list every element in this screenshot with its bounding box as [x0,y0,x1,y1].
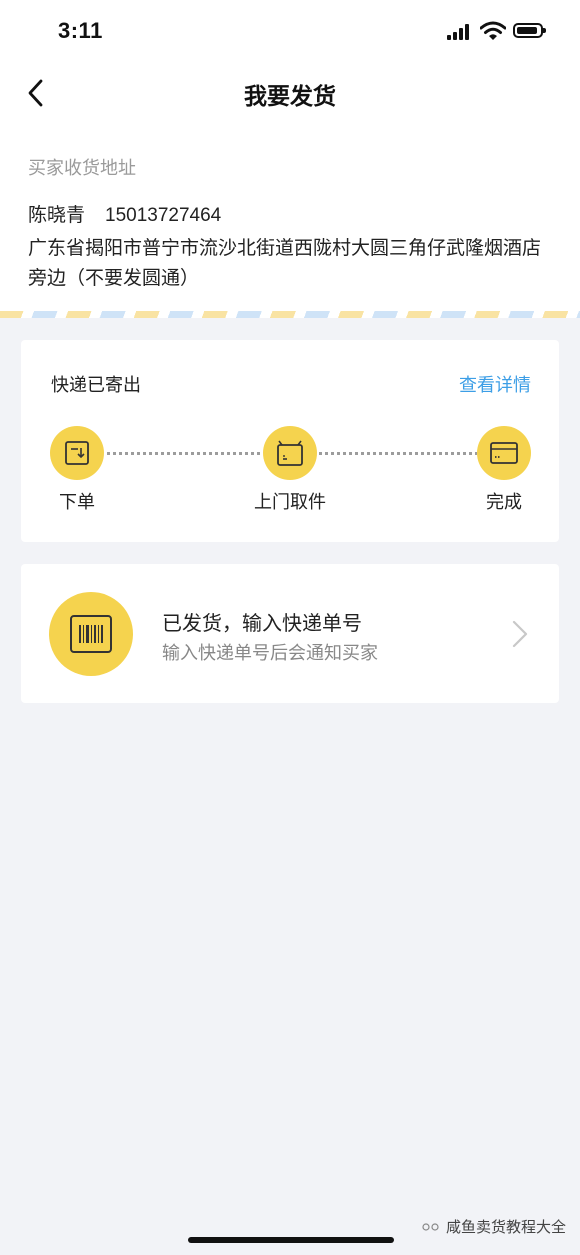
progress-line [107,452,263,455]
status-bar: 3:11 [0,0,580,60]
home-indicator[interactable] [188,1237,394,1243]
address-label: 买家收货地址 [28,158,136,179]
step-label-pickup: 上门取件 [254,492,326,513]
wifi-icon [480,21,506,40]
buyer-contact: 陈晓青 15013727464 [28,200,221,227]
tracking-card: 快递已寄出 查看详情 下单 上门取件 完成 [21,340,559,542]
pickup-box-icon [277,440,303,466]
step-pickup [263,426,317,480]
ship-icon-circle [49,592,133,676]
watermark-text: 咸鱼卖货教程大全 [445,1218,566,1236]
nav-bar: 我要发货 [0,60,580,126]
battery-icon [513,23,546,38]
tracking-status: 快递已寄出 [51,375,141,396]
card-icon [490,442,518,464]
ship-subtitle: 输入快递单号后会通知买家 [162,643,378,664]
buyer-address: 广东省揭阳市普宁市流沙北街道西陇村大圆三角仔武隆烟酒店旁边（不要发圆通） [28,237,542,289]
address-section: 3:11 我要发货 买家收货地址 陈晓青 15013727464 广东省揭阳市普宁… [0,0,580,318]
enter-tracking-number-row[interactable]: 已发货，输入快递单号 输入快递单号后会通知买家 [21,564,559,703]
ship-title: 已发货，输入快递单号 [162,611,362,635]
status-time: 3:11 [58,18,103,43]
buyer-name: 陈晓青 [28,204,86,226]
barcode-icon [70,615,112,653]
step-label-order: 下单 [59,492,95,513]
buyer-phone: 15013727464 [105,205,222,226]
envelope-stripe [0,311,580,318]
signal-icon [447,24,473,40]
watermark: 咸鱼卖货教程大全 [422,1216,566,1237]
view-details-link[interactable]: 查看详情 [459,371,531,397]
page-title: 我要发货 [244,84,336,110]
chevron-right-icon [512,620,528,648]
wechat-icon [422,1222,439,1231]
order-icon [65,441,89,465]
step-order [50,426,104,480]
step-complete [477,426,531,480]
progress-line [319,452,477,455]
step-label-complete: 完成 [486,492,522,513]
